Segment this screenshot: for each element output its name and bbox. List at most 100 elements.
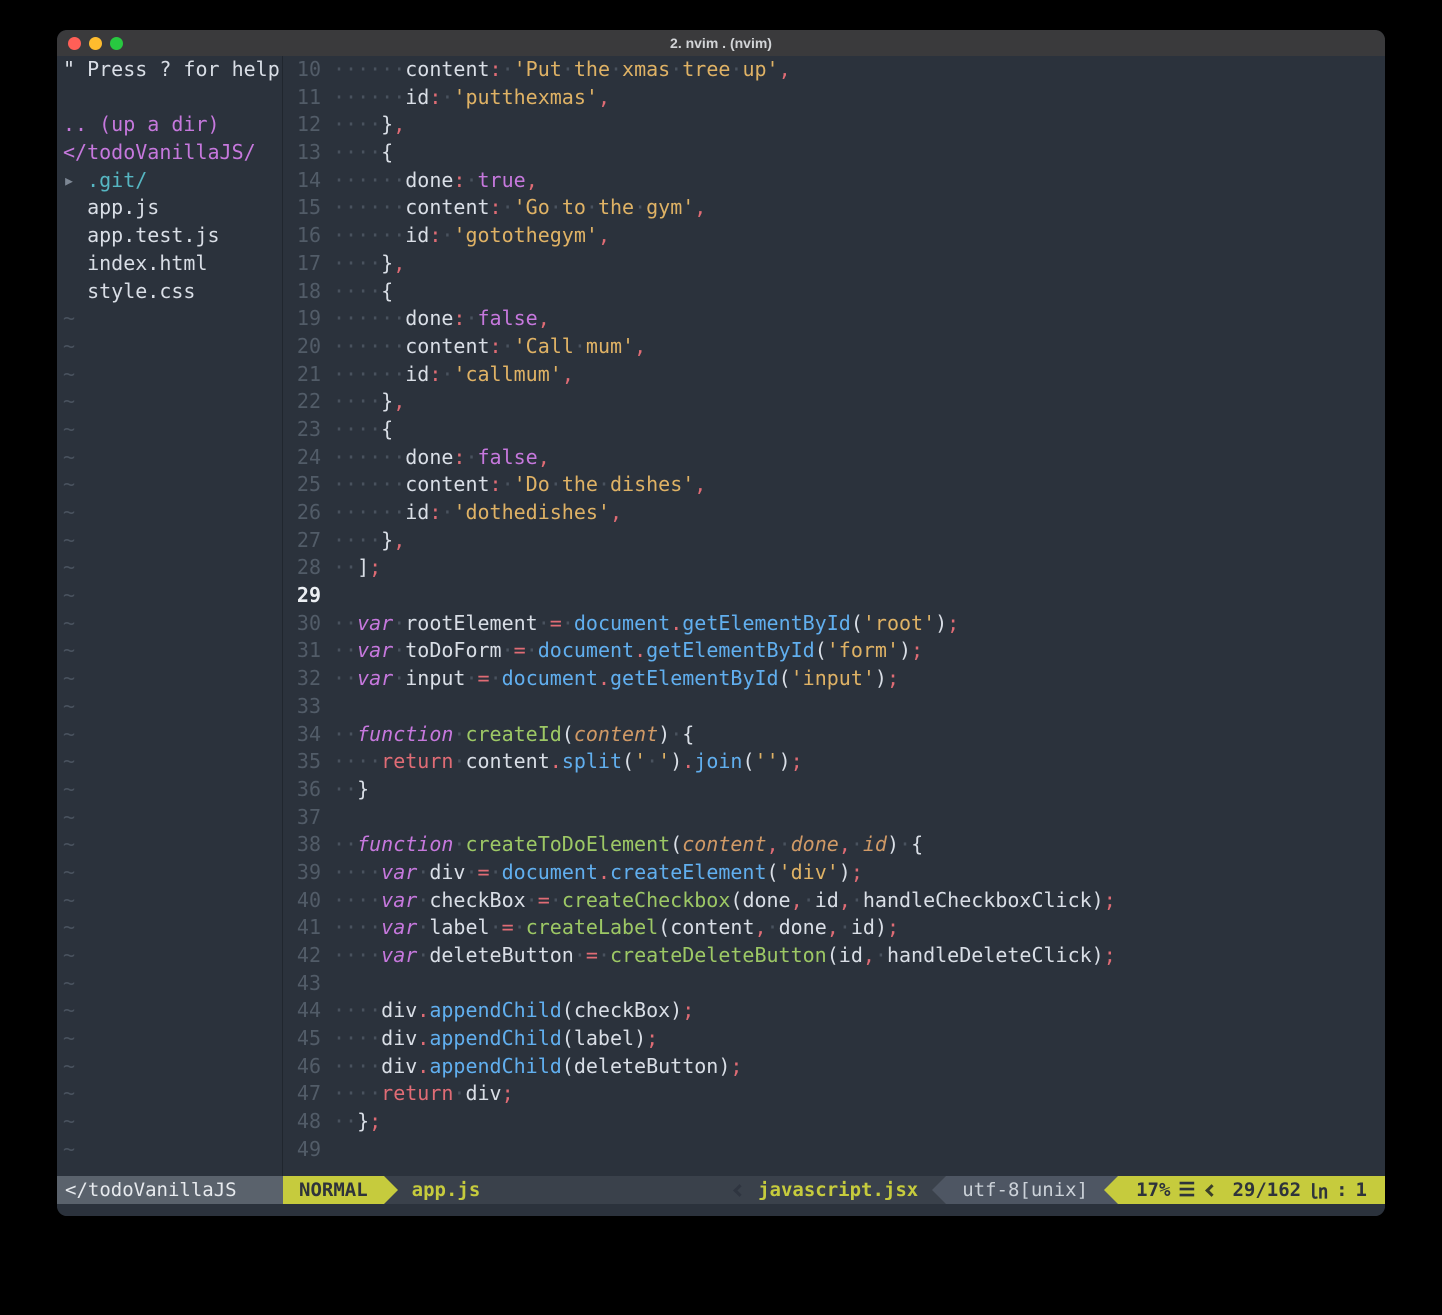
token: ) xyxy=(670,749,682,773)
token: ·· xyxy=(333,638,357,662)
code-line[interactable]: 18····{ xyxy=(283,278,1385,306)
code-line[interactable]: 11······id:·'putthexmas', xyxy=(283,84,1385,112)
code-text: ······content:·'Put·the·xmas·tree·up', xyxy=(333,56,791,84)
code-line[interactable]: 21······id:·'callmum', xyxy=(283,361,1385,389)
line-number: 34 xyxy=(283,721,321,749)
token: ) xyxy=(887,832,899,856)
command-line[interactable] xyxy=(57,1204,1385,1216)
code-line[interactable]: 27····}, xyxy=(283,527,1385,555)
explorer-item-app-js[interactable]: app.js xyxy=(57,194,282,222)
code-line[interactable]: 38··function·createToDoElement(content,·… xyxy=(283,831,1385,859)
filler-tilde: ~ xyxy=(57,637,282,665)
code-line[interactable]: 16······id:·'gotothegym', xyxy=(283,222,1385,250)
code-line[interactable]: 49 xyxy=(283,1136,1385,1164)
explorer-item-style-css[interactable]: style.css xyxy=(57,278,282,306)
token: document xyxy=(502,666,598,690)
explorer-item-up-dir[interactable]: .. (up a dir) xyxy=(57,111,282,139)
file-explorer-pane[interactable]: " Press ? for help .. (up a dir)</todoVa… xyxy=(57,56,282,1176)
code-line[interactable]: 26······id:·'dothedishes', xyxy=(283,499,1385,527)
token: : xyxy=(490,195,502,219)
code-line[interactable]: 24······done:·false, xyxy=(283,444,1385,472)
code-line[interactable]: 48··}; xyxy=(283,1108,1385,1136)
token: checkBox xyxy=(429,888,525,912)
editor-pane[interactable]: 10······content:·'Put·the·xmas·tree·up',… xyxy=(283,56,1385,1176)
token: ( xyxy=(767,860,779,884)
explorer-current-dir[interactable]: </todoVanillaJS/ xyxy=(57,139,282,167)
code-line[interactable]: 39····var·div·=·document.createElement('… xyxy=(283,859,1385,887)
code-line[interactable]: 46····div.appendChild(deleteButton); xyxy=(283,1053,1385,1081)
line-number: 48 xyxy=(283,1108,321,1136)
token: · xyxy=(441,362,453,386)
code-line[interactable]: 23····{ xyxy=(283,416,1385,444)
whitespace-dots: ···· xyxy=(333,1054,381,1078)
code-line[interactable]: 36··} xyxy=(283,776,1385,804)
code-line[interactable]: 25······content:·'Do·the·dishes', xyxy=(283,471,1385,499)
token: var xyxy=(381,860,417,884)
code-text: ······id:·'callmum', xyxy=(333,361,574,389)
vim-content-area: " Press ? for help .. (up a dir)</todoVa… xyxy=(57,56,1385,1176)
code-line[interactable]: 19······done:·false, xyxy=(283,305,1385,333)
code-line[interactable]: 44····div.appendChild(checkBox); xyxy=(283,997,1385,1025)
code-text: ··var·toDoForm·=·document.getElementById… xyxy=(333,637,923,665)
code-line[interactable]: 22····}, xyxy=(283,388,1385,416)
code-line[interactable]: 31··var·toDoForm·=·document.getElementBy… xyxy=(283,637,1385,665)
close-button[interactable] xyxy=(68,37,81,50)
token: document xyxy=(574,611,670,635)
code-line[interactable]: 10······content:·'Put·the·xmas·tree·up', xyxy=(283,56,1385,84)
whitespace-dots: · xyxy=(851,832,863,856)
code-line[interactable]: 30··var·rootElement·=·document.getElemen… xyxy=(283,610,1385,638)
token: , xyxy=(694,472,706,496)
whitespace-dots: ···· xyxy=(333,279,381,303)
code-line[interactable]: 17····}, xyxy=(283,250,1385,278)
token: : xyxy=(490,334,502,358)
whitespace-dots: · xyxy=(417,888,429,912)
linenr-icon: ㏑ xyxy=(1309,1177,1328,1204)
window-titlebar[interactable]: 2. nvim . (nvim) xyxy=(57,30,1385,56)
explorer-item-index-html[interactable]: index.html xyxy=(57,250,282,278)
code-line[interactable]: 43 xyxy=(283,970,1385,998)
filler-tilde: ~ xyxy=(57,554,282,582)
code-line[interactable]: 15······content:·'Go·to·the·gym', xyxy=(283,194,1385,222)
token: , xyxy=(863,943,875,967)
code-line[interactable]: 40····var·checkBox·=·createCheckbox(done… xyxy=(283,887,1385,915)
code-line[interactable]: 32··var·input·=·document.getElementById(… xyxy=(283,665,1385,693)
code-line[interactable]: 35····return·content.split('·').join('')… xyxy=(283,748,1385,776)
window-title: 2. nvim . (nvim) xyxy=(670,35,772,51)
token: : xyxy=(490,57,502,81)
code-line[interactable]: 20······content:·'Call·mum', xyxy=(283,333,1385,361)
token: ······ xyxy=(333,85,405,109)
code-line[interactable]: 37 xyxy=(283,804,1385,832)
token: { xyxy=(911,832,923,856)
token: · xyxy=(417,943,429,967)
code-line[interactable]: 45····div.appendChild(label); xyxy=(283,1025,1385,1053)
code-line[interactable]: 34··function·createId(content)·{ xyxy=(283,721,1385,749)
filetype-label: javascript.jsx xyxy=(758,1179,918,1201)
token: getElementById xyxy=(610,666,779,690)
code-line[interactable]: 29 xyxy=(283,582,1385,610)
minimize-button[interactable] xyxy=(89,37,102,50)
explorer-item-git-dir[interactable]: ▸ .git/ xyxy=(57,167,282,195)
code-line[interactable]: 33 xyxy=(283,693,1385,721)
code-line[interactable]: 47····return·div; xyxy=(283,1080,1385,1108)
code-line[interactable]: 14······done:·true, xyxy=(283,167,1385,195)
token: 'Call·mum' xyxy=(514,334,634,358)
code-line[interactable]: 12····}, xyxy=(283,111,1385,139)
explorer-item-app-test-js[interactable]: app.test.js xyxy=(57,222,282,250)
filler-tilde: ~ xyxy=(57,1025,282,1053)
token: · xyxy=(453,832,465,856)
code-line[interactable]: 41····var·label·=·createLabel(content,·d… xyxy=(283,914,1385,942)
code-line[interactable]: 13····{ xyxy=(283,139,1385,167)
line-number: 22 xyxy=(283,388,321,416)
token: div xyxy=(381,1054,417,1078)
zoom-button[interactable] xyxy=(110,37,123,50)
code-line[interactable]: 42····var·deleteButton·=·createDeleteBut… xyxy=(283,942,1385,970)
whitespace-dots: · xyxy=(393,611,405,635)
token: } xyxy=(381,112,393,136)
token: . xyxy=(417,1026,429,1050)
token: ···· xyxy=(333,1054,381,1078)
whitespace-dots: ······ xyxy=(333,472,405,496)
code-line[interactable]: 28··]; xyxy=(283,554,1385,582)
whitespace-dots: · xyxy=(441,500,453,524)
filler-tilde: ~ xyxy=(57,305,282,333)
token: · xyxy=(393,611,405,635)
